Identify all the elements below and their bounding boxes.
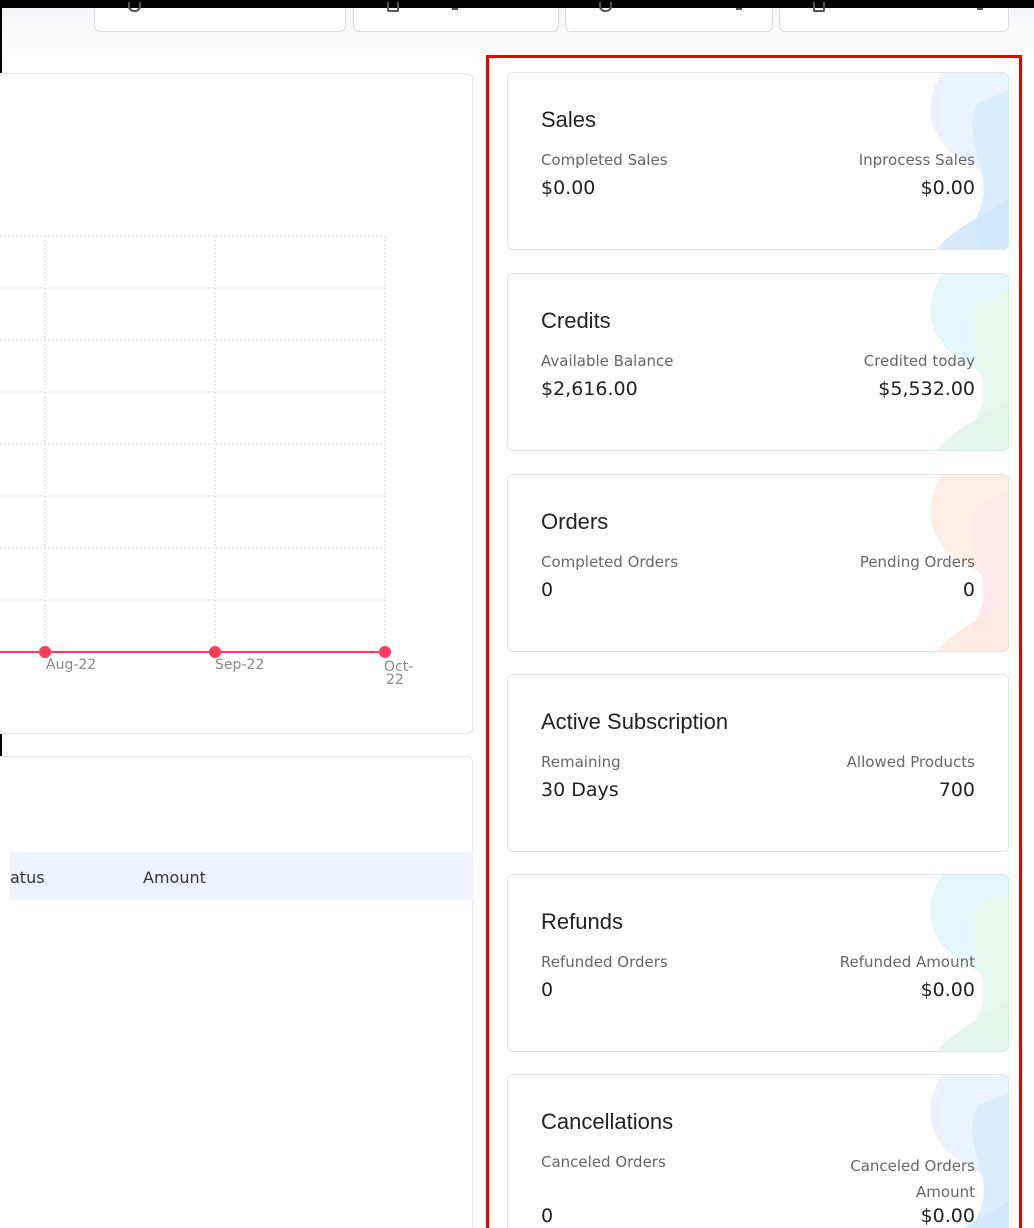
stat-right-value: 700 [938,779,975,801]
stat-left-label: Remaining [541,753,621,771]
stat-title: Active Subscription [541,709,729,734]
stat-right-value: $5,532.00 [878,378,975,400]
recent-orders-card [0,756,473,1228]
table-header-row [10,852,473,900]
stat-left-value: 30 Days [541,779,619,801]
stat-card-refunds[interactable]: Refunds Refunded Orders Refunded Amount 0 $0… [507,874,1009,1052]
data-point[interactable] [379,646,391,658]
stat-right-value: $0.00 [920,177,975,199]
x-tick-label: Oct- 22 [384,660,424,688]
stat-title: Orders [541,509,609,534]
table-header-amount[interactable]: Amount [143,868,206,887]
stat-left-value: $2,616.00 [541,378,638,400]
top-stat-button-3[interactable] [565,2,773,32]
stat-left-label: Available Balance [541,352,674,370]
stat-title: Refunds [541,909,623,934]
dropdown-icon [736,6,742,10]
stat-left-label: Completed Sales [541,151,668,169]
x-tick-label: Aug-22 [46,657,97,673]
stat-left-label: Refunded Orders [541,953,668,971]
clock-icon [599,2,612,12]
stat-right-value: 0 [962,579,975,601]
top-stat-button-4[interactable] [779,2,1009,32]
stat-right-value: $0.00 [920,1205,975,1227]
stat-left-value: $0.00 [541,177,596,199]
stat-right-label: Pending Orders [859,553,975,571]
x-tick-label: Sep-22 [215,657,265,673]
table-header-status[interactable]: atus [10,868,45,887]
stat-right-label: Inprocess Sales [858,151,975,169]
stat-right-value: $0.00 [920,979,975,1001]
stat-left-value: 0 [541,1205,554,1227]
stat-card-active-subscription[interactable]: Active Subscription Remaining Allowed Prod… [507,674,1009,852]
stat-card-cancellations[interactable]: Cancellations Canceled Orders Canceled Ord… [507,1074,1009,1228]
dropdown-icon [977,6,983,10]
stat-card-orders[interactable]: Orders Completed Orders Pending Orders 0 0 [507,474,1009,652]
sales-chart [0,235,391,658]
stat-left-value: 0 [541,979,554,1001]
stat-right-label: Credited today [863,352,975,370]
stat-card-sales[interactable]: Sales Completed Sales Inprocess Sales $0.00… [507,72,1009,250]
stat-title: Credits [541,308,611,333]
stat-left-label: Completed Orders [541,553,679,571]
stat-title: Sales [541,107,597,132]
x-tick-label-part: 22 [386,672,404,688]
calendar-icon [813,2,825,12]
stat-left-label: Canceled Orders [541,1153,666,1171]
stat-title: Cancellations [541,1109,674,1134]
stat-right-label: Allowed Products [846,753,975,771]
stat-right-label: Refunded Amount [839,953,975,971]
stat-right-label: Canceled Orders Amount [850,1157,975,1201]
stat-card-credits[interactable]: Credits Available Balance Credited today $2… [507,273,1009,451]
stat-left-value: 0 [541,579,554,601]
